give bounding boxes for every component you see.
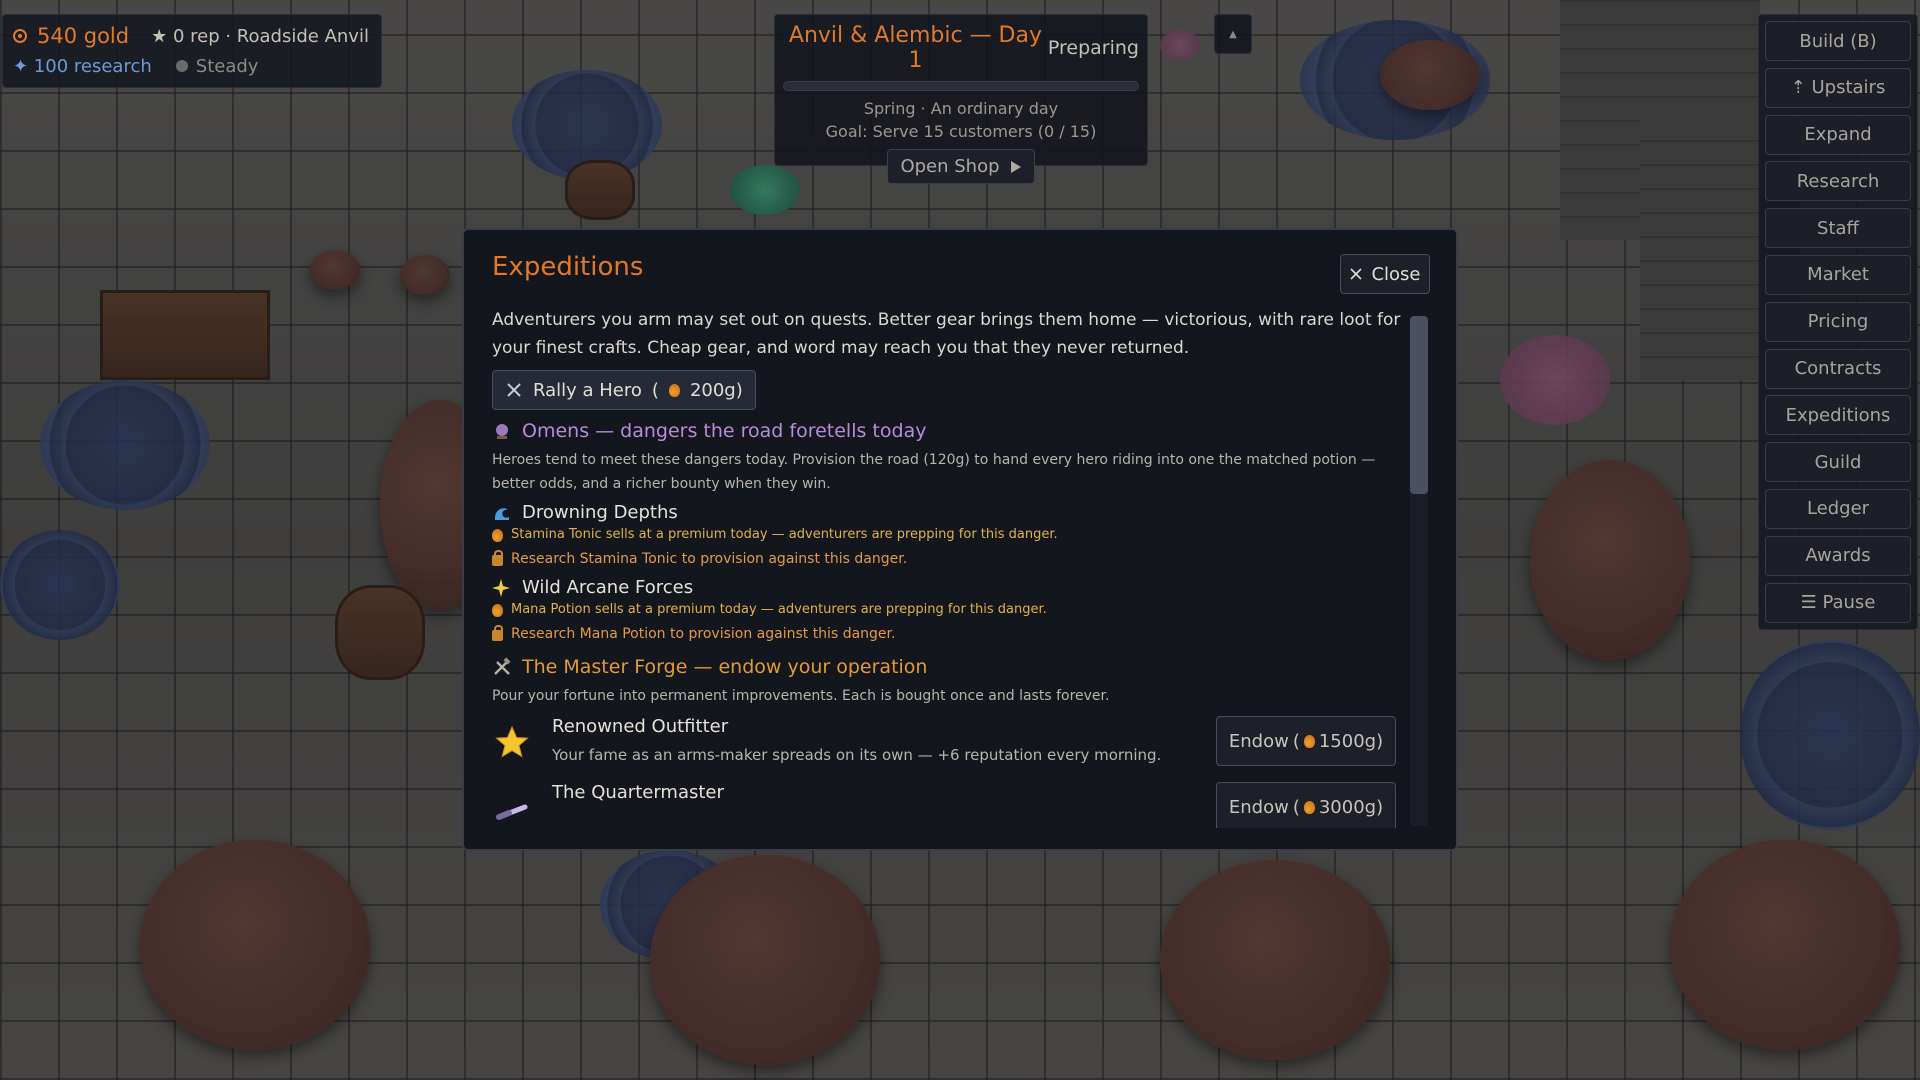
- wave-icon: [495, 507, 509, 520]
- close-icon: [1350, 268, 1363, 280]
- menu-research-button[interactable]: Research: [1765, 161, 1911, 202]
- expeditions-scroll-area[interactable]: Adventurers you arm may set out on quest…: [492, 306, 1412, 828]
- rally-cost: 200g): [689, 379, 743, 401]
- day-title: Anvil & Alembic — Day 1: [788, 23, 1042, 73]
- danger-name: Drowning Depths: [522, 502, 678, 523]
- spyglass-icon: [494, 790, 530, 826]
- lock-icon: [492, 625, 503, 641]
- hammer-pick-icon: [494, 657, 511, 675]
- omens-title: Omens — dangers the road foretells today: [522, 420, 927, 442]
- research-text: Research Mana Potion to provision agains…: [511, 626, 896, 642]
- danger-premium-note: Stamina Tonic sells at a premium today —…: [492, 523, 1412, 547]
- endow-button[interactable]: Endow (3000g): [1216, 782, 1396, 828]
- danger-research-note: Research Stamina Tonic to provision agai…: [492, 547, 1412, 571]
- menu-guild-button[interactable]: Guild: [1765, 442, 1911, 483]
- danger-research-note: Research Mana Potion to provision agains…: [492, 622, 1412, 646]
- goal-label: Goal: Serve 15 customers (0 / 15): [825, 122, 1097, 141]
- expeditions-modal: Expeditions Close Adventurers you arm ma…: [462, 228, 1458, 851]
- mood-indicator-icon: [175, 60, 188, 72]
- danger-name: Wild Arcane Forces: [522, 577, 694, 598]
- rally-cost-open: (: [651, 379, 659, 401]
- star-icon: [494, 724, 530, 760]
- rally-label: Rally a Hero: [533, 379, 642, 401]
- gold-coin-icon: [13, 29, 27, 43]
- close-label: Close: [1371, 263, 1421, 285]
- open-shop-button[interactable]: Open Shop: [887, 149, 1035, 184]
- endow-cost-open: (: [1292, 730, 1300, 752]
- master-forge-heading: The Master Forge — endow your operation: [492, 656, 1412, 678]
- reputation-label: ★ 0 rep · Roadside Anvil: [151, 25, 369, 47]
- scrollbar-thumb[interactable]: [1410, 316, 1428, 494]
- sparkle-icon: [492, 578, 510, 597]
- crossed-swords-icon: [507, 383, 521, 397]
- menu-build-button[interactable]: Build (B): [1765, 21, 1911, 61]
- research-amount: ✦ 100 research: [13, 55, 152, 77]
- endow-button[interactable]: Endow (1500g): [1216, 716, 1396, 766]
- menu-awards-button[interactable]: Awards: [1765, 535, 1911, 576]
- close-button[interactable]: Close: [1340, 254, 1430, 294]
- menu-pricing-button[interactable]: Pricing: [1765, 301, 1911, 342]
- danger-wild-arcane-forces: Wild Arcane Forces: [492, 577, 1412, 598]
- gold-pouch-icon: [668, 383, 680, 397]
- menu-ledger-button[interactable]: Ledger: [1765, 488, 1911, 529]
- season-label: Spring · An ordinary day: [863, 99, 1059, 118]
- upgrade-description: Your fame as an arms-maker spreads on it…: [552, 746, 1162, 764]
- gold-amount: 540 gold: [37, 24, 130, 48]
- menu-pause-button[interactable]: ☰ Pause: [1765, 582, 1911, 623]
- gold-pouch-icon: [1303, 734, 1315, 748]
- danger-premium-note: Mana Potion sells at a premium today — a…: [492, 598, 1412, 622]
- menu-expeditions-button[interactable]: Expeditions: [1765, 395, 1911, 436]
- menu-market-button[interactable]: Market: [1765, 254, 1911, 295]
- scrollbar[interactable]: [1410, 316, 1428, 826]
- premium-text: Stamina Tonic sells at a premium today —…: [511, 527, 1058, 542]
- endow-cost: 1500g): [1318, 730, 1384, 752]
- day-status: Preparing: [1047, 37, 1139, 59]
- upgrade-row: Renowned Outfitter Your fame as an arms-…: [492, 716, 1412, 774]
- mood-status: Steady: [195, 55, 259, 77]
- menu-staff-button[interactable]: Staff: [1765, 208, 1911, 249]
- resource-hud: 540 gold ★ 0 rep · Roadside Anvil ✦ 100 …: [2, 14, 382, 88]
- omens-heading: Omens — dangers the road foretells today: [492, 420, 1412, 442]
- menu-expand-button[interactable]: Expand: [1765, 114, 1911, 155]
- endow-label: Endow: [1228, 796, 1289, 818]
- side-menu: Build (B) ⇡ Upstairs Expand Research Sta…: [1758, 14, 1918, 630]
- modal-title: Expeditions: [492, 252, 644, 282]
- upgrade-name: Renowned Outfitter: [552, 716, 729, 737]
- gold-pouch-icon: [492, 603, 503, 617]
- danger-drowning-depths: Drowning Depths: [492, 502, 1412, 523]
- lock-icon: [492, 550, 503, 566]
- upgrade-name: The Quartermaster: [552, 782, 724, 803]
- upgrade-row: The Quartermaster Endow (3000g): [492, 782, 1412, 828]
- crystal-ball-icon: [496, 424, 508, 439]
- endow-label: Endow: [1228, 730, 1289, 752]
- endow-cost: 3000g): [1318, 796, 1384, 818]
- play-icon: [1010, 160, 1021, 173]
- expeditions-intro: Adventurers you arm may set out on quest…: [492, 310, 1401, 358]
- open-shop-label: Open Shop: [900, 156, 1000, 177]
- chevron-up-icon: ▲: [1229, 28, 1237, 40]
- gold-pouch-icon: [492, 528, 503, 542]
- day-progress-bar: [783, 81, 1139, 91]
- day-panel: Anvil & Alembic — Day 1 Preparing Spring…: [774, 14, 1148, 184]
- forge-description: Pour your fortune into permanent improve…: [492, 688, 1110, 704]
- premium-text: Mana Potion sells at a premium today — a…: [511, 602, 1047, 617]
- omens-description: Heroes tend to meet these dangers today.…: [492, 452, 1376, 492]
- endow-cost-open: (: [1292, 796, 1300, 818]
- forge-title: The Master Forge — endow your operation: [522, 656, 928, 678]
- gold-pouch-icon: [1303, 800, 1315, 814]
- menu-upstairs-button[interactable]: ⇡ Upstairs: [1765, 67, 1911, 108]
- research-text: Research Stamina Tonic to provision agai…: [511, 551, 908, 567]
- menu-contracts-button[interactable]: Contracts: [1765, 348, 1911, 389]
- collapse-day-panel-button[interactable]: ▲: [1214, 14, 1252, 54]
- rally-hero-button[interactable]: Rally a Hero (200g): [492, 370, 756, 410]
